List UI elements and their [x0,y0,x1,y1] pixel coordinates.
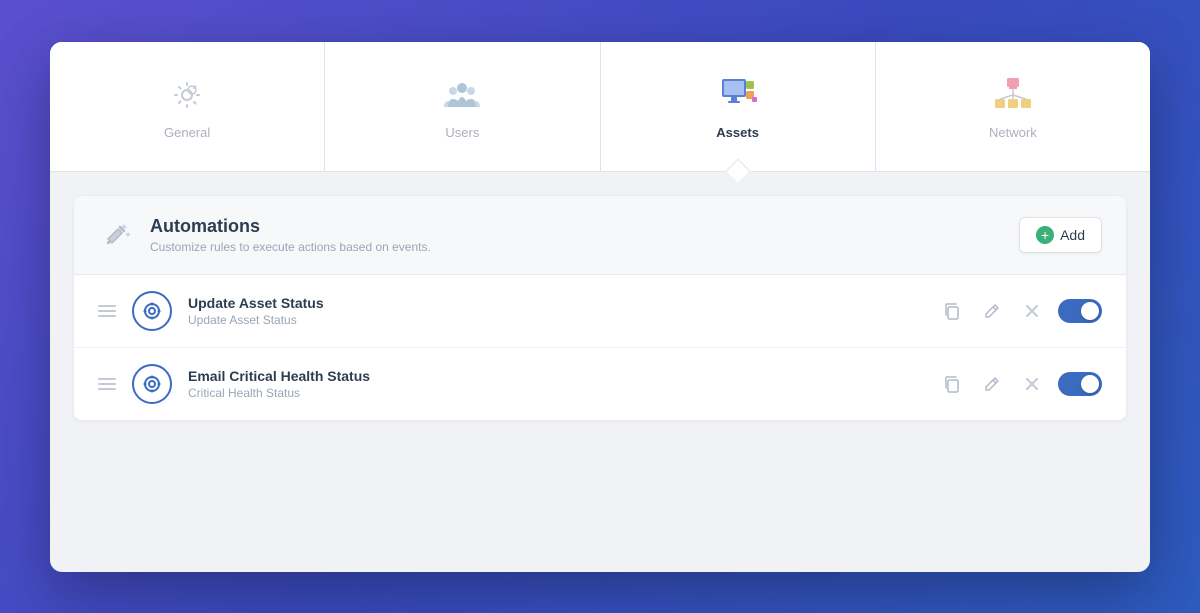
drag-handle[interactable] [98,305,116,317]
tab-users[interactable]: Users [325,42,600,171]
toggle-switch[interactable] [1058,372,1102,396]
automation-info: Update Asset Status Update Asset Status [188,295,922,327]
tab-general-label: General [164,125,210,140]
tab-network[interactable]: Network [876,42,1150,171]
automation-icon [132,291,172,331]
users-icon [440,73,484,117]
automation-icon [132,364,172,404]
automations-card: Automations Customize rules to execute a… [74,196,1126,420]
network-icon [991,73,1035,117]
assets-icon [716,73,760,117]
automations-header: Automations Customize rules to execute a… [74,196,1126,275]
automation-name: Email Critical Health Status [188,368,922,384]
copy-icon[interactable] [938,297,966,325]
delete-icon[interactable] [1018,370,1046,398]
automations-text: Automations Customize rules to execute a… [150,216,431,254]
tab-users-label: Users [445,125,479,140]
magic-wand-icon [98,217,134,253]
automations-subtitle: Customize rules to execute actions based… [150,240,431,254]
main-content: Automations Customize rules to execute a… [50,172,1150,444]
edit-icon[interactable] [978,370,1006,398]
automations-title: Automations [150,216,431,237]
general-icon [165,73,209,117]
table-row: Update Asset Status Update Asset Status [74,275,1126,348]
row-actions [938,297,1102,325]
tab-general[interactable]: General [50,42,325,171]
tab-assets[interactable]: Assets [601,42,876,171]
add-icon: + [1036,226,1054,244]
copy-icon[interactable] [938,370,966,398]
automation-desc: Update Asset Status [188,313,922,327]
main-window: General Users [50,42,1150,572]
add-button-label: Add [1060,227,1085,243]
automation-desc: Critical Health Status [188,386,922,400]
tab-assets-label: Assets [716,125,759,140]
delete-icon[interactable] [1018,297,1046,325]
automation-info: Email Critical Health Status Critical He… [188,368,922,400]
edit-icon[interactable] [978,297,1006,325]
automation-list: Update Asset Status Update Asset Status [74,275,1126,420]
row-actions [938,370,1102,398]
tab-network-label: Network [989,125,1037,140]
automations-header-left: Automations Customize rules to execute a… [98,216,431,254]
toggle-switch[interactable] [1058,299,1102,323]
drag-handle[interactable] [98,378,116,390]
table-row: Email Critical Health Status Critical He… [74,348,1126,420]
automation-name: Update Asset Status [188,295,922,311]
add-button[interactable]: + Add [1019,217,1102,253]
tab-bar: General Users [50,42,1150,172]
